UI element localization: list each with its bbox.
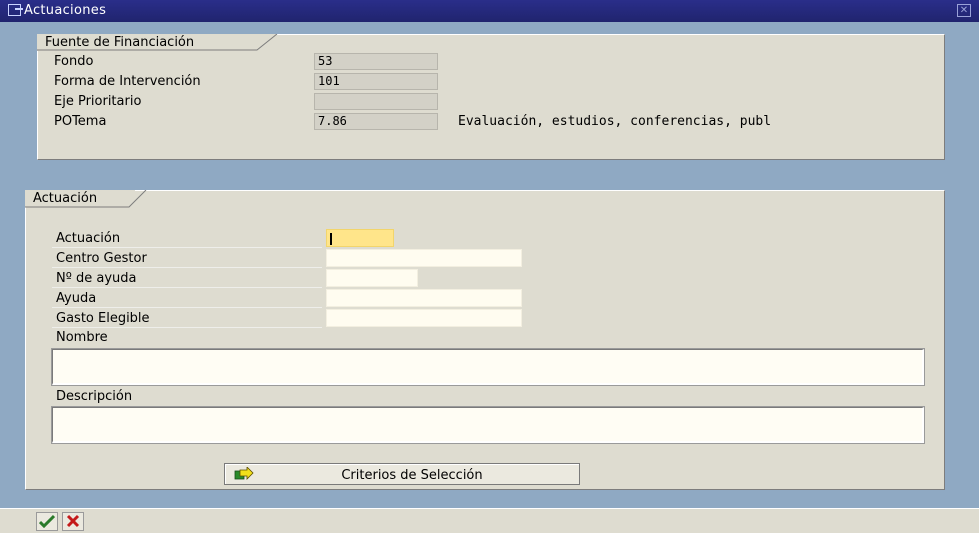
eje-prioritario-label: Eje Prioritario bbox=[54, 94, 142, 109]
title-bar: Actuaciones ✕ bbox=[0, 0, 979, 22]
ayuda-label: Ayuda bbox=[56, 291, 97, 306]
text-caret bbox=[330, 232, 332, 245]
fondo-label: Fondo bbox=[54, 54, 94, 69]
potema-description: Evaluación, estudios, conferencias, publ bbox=[458, 114, 772, 129]
dialog-window: Actuaciones ✕ Fuente de Financiación Fon… bbox=[0, 0, 979, 533]
bottom-toolbar bbox=[0, 508, 979, 533]
fondo-field: 53 bbox=[314, 53, 438, 70]
gasto-elegible-label: Gasto Elegible bbox=[56, 311, 150, 326]
confirm-button[interactable] bbox=[36, 512, 58, 531]
numero-ayuda-label: Nº de ayuda bbox=[56, 271, 137, 286]
potema-field: 7.86 bbox=[314, 113, 438, 130]
actuacion-group: Actuación Actuación Centro Gestor Nº de … bbox=[25, 190, 945, 490]
cancel-x-icon bbox=[66, 514, 80, 528]
descripcion-label: Descripción bbox=[56, 389, 133, 404]
fuente-financiacion-group: Fuente de Financiación Fondo 53 Forma de… bbox=[37, 34, 945, 160]
row-separator bbox=[52, 307, 322, 308]
ayuda-input[interactable] bbox=[326, 289, 522, 307]
group-tab-border bbox=[37, 34, 278, 51]
centro-gestor-input[interactable] bbox=[326, 249, 522, 267]
numero-ayuda-input[interactable] bbox=[326, 269, 418, 287]
window-icon bbox=[8, 4, 23, 16]
actuacion-label: Actuación bbox=[56, 231, 121, 246]
criterios-seleccion-label: Criterios de Selección bbox=[341, 468, 483, 483]
row-separator bbox=[52, 247, 322, 248]
actuacion-input[interactable] bbox=[326, 229, 394, 247]
group-tab-border bbox=[25, 190, 147, 208]
gasto-elegible-input[interactable] bbox=[326, 309, 522, 327]
forma-intervencion-field: 101 bbox=[314, 73, 438, 90]
cancel-button[interactable] bbox=[62, 512, 84, 531]
descripcion-textarea[interactable] bbox=[51, 406, 925, 444]
eje-prioritario-field bbox=[314, 93, 438, 110]
window-title: Actuaciones bbox=[24, 3, 107, 18]
potema-label: POTema bbox=[54, 114, 107, 129]
centro-gestor-label: Centro Gestor bbox=[56, 251, 147, 266]
close-icon[interactable]: ✕ bbox=[957, 4, 971, 17]
criterios-seleccion-button[interactable]: Criterios de Selección bbox=[224, 463, 580, 485]
nombre-label: Nombre bbox=[56, 330, 108, 345]
row-separator bbox=[52, 327, 322, 328]
nombre-textarea[interactable] bbox=[51, 348, 925, 386]
row-separator bbox=[52, 287, 322, 288]
checkmark-icon bbox=[39, 514, 55, 528]
forma-intervencion-label: Forma de Intervención bbox=[54, 74, 201, 89]
row-separator bbox=[52, 267, 322, 268]
